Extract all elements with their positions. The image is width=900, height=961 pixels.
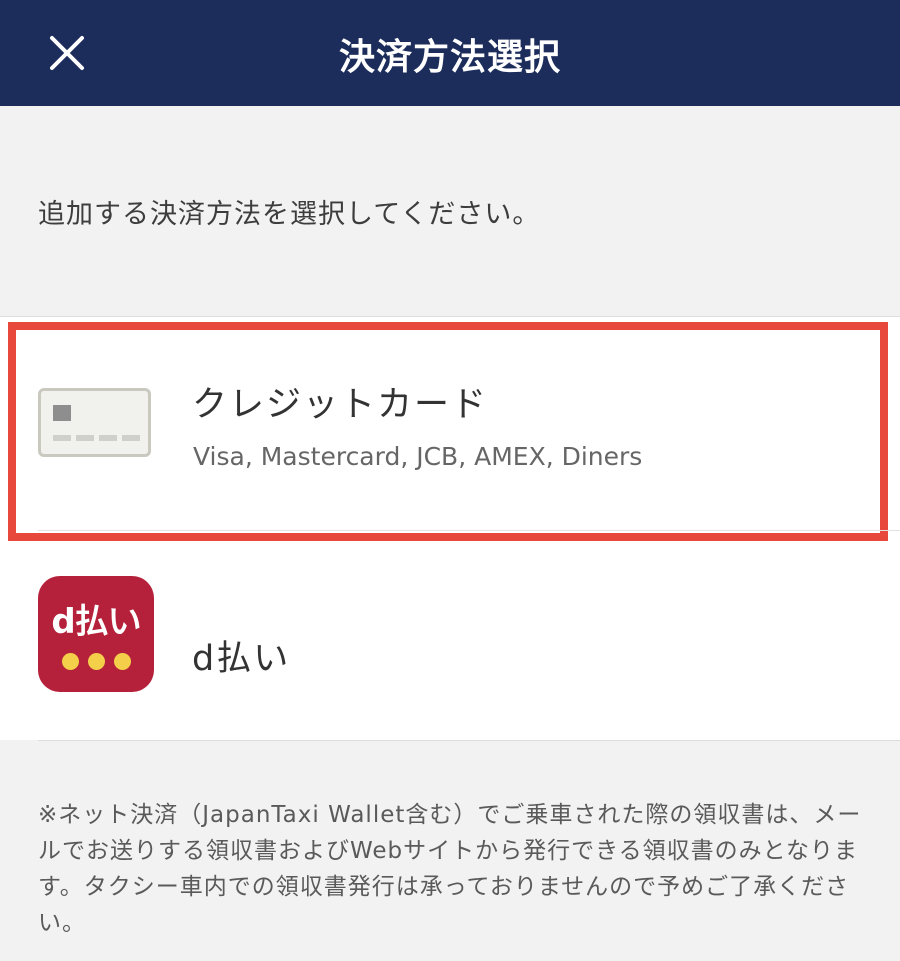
instruction-text: 追加する決済方法を選択してください。 (38, 199, 541, 230)
d-payment-title: d払い (192, 639, 291, 679)
list-bottom-border (38, 740, 900, 741)
credit-card-option[interactable]: クレジットカード Visa, Mastercard, JCB, AMEX, Di… (0, 316, 900, 541)
logo-dot (114, 653, 131, 670)
page-title: 決済方法選択 (338, 37, 561, 78)
d-payment-logo-text: d払い (51, 602, 141, 642)
logo-dot (88, 653, 105, 670)
header-bar: 決済方法選択 (0, 0, 900, 106)
payment-method-list: クレジットカード Visa, Mastercard, JCB, AMEX, Di… (0, 316, 900, 740)
receipt-notice: ※ネット決済（JapanTaxi Wallet含む）でご乗車された際の領収書は、… (38, 802, 862, 936)
d-payment-logo: d払い (38, 576, 154, 692)
highlight-box (8, 322, 888, 541)
logo-dot (62, 653, 79, 670)
d-payment-option[interactable]: d払い d払い (0, 531, 900, 740)
